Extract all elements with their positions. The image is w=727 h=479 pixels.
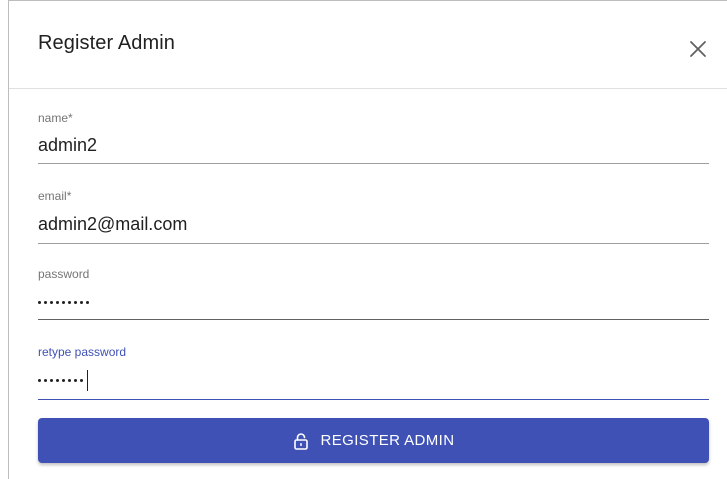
lock-icon	[293, 432, 309, 450]
name-required-mark: *	[68, 111, 73, 125]
password-mask-dot	[38, 301, 41, 304]
email-input[interactable]: admin2@mail.com	[38, 214, 187, 235]
password-mask-dot	[74, 379, 77, 382]
password-mask-dot	[80, 379, 83, 382]
password-mask-dot	[68, 379, 71, 382]
password-input[interactable]	[38, 301, 92, 304]
retype-password-underline	[38, 399, 709, 400]
password-mask-dot	[44, 301, 47, 304]
password-mask-dot	[68, 301, 71, 304]
password-mask-dot	[56, 301, 59, 304]
password-mask-dot	[56, 379, 59, 382]
name-underline	[38, 163, 709, 164]
text-caret	[87, 370, 88, 391]
retype-password-label: retype password	[38, 345, 127, 359]
email-required-mark: *	[66, 189, 72, 203]
password-mask-dot	[80, 301, 83, 304]
register-admin-button[interactable]: REGISTER ADMIN	[38, 418, 709, 463]
password-mask-dot	[38, 379, 41, 382]
password-mask-dot	[86, 301, 89, 304]
name-input[interactable]: admin2	[38, 135, 97, 156]
password-field[interactable]: password	[38, 267, 709, 323]
dialog-title: Register Admin	[38, 32, 176, 54]
password-mask-dot	[50, 301, 53, 304]
password-mask-dot	[44, 379, 47, 382]
register-admin-label: REGISTER ADMIN	[320, 432, 455, 449]
register-admin-dialog: Register Admin name* admin2 email* admin…	[8, 0, 727, 479]
close-icon	[690, 41, 706, 57]
password-mask-dot	[62, 301, 65, 304]
email-underline	[38, 243, 709, 244]
screen: Register Admin name* admin2 email* admin…	[0, 0, 727, 479]
close-button[interactable]	[687, 38, 709, 60]
password-mask-dot	[62, 379, 65, 382]
password-label: password	[38, 267, 90, 281]
name-label: name*	[38, 111, 73, 125]
name-field[interactable]: name* admin2	[38, 111, 709, 165]
email-label: email*	[38, 189, 72, 203]
password-mask-dot	[50, 379, 53, 382]
retype-password-input[interactable]	[38, 370, 88, 391]
password-mask-dot	[74, 301, 77, 304]
email-field[interactable]: email* admin2@mail.com	[38, 189, 709, 245]
password-underline	[38, 319, 709, 320]
dialog-header: Register Admin	[9, 1, 727, 89]
retype-password-field[interactable]: retype password	[38, 345, 709, 401]
